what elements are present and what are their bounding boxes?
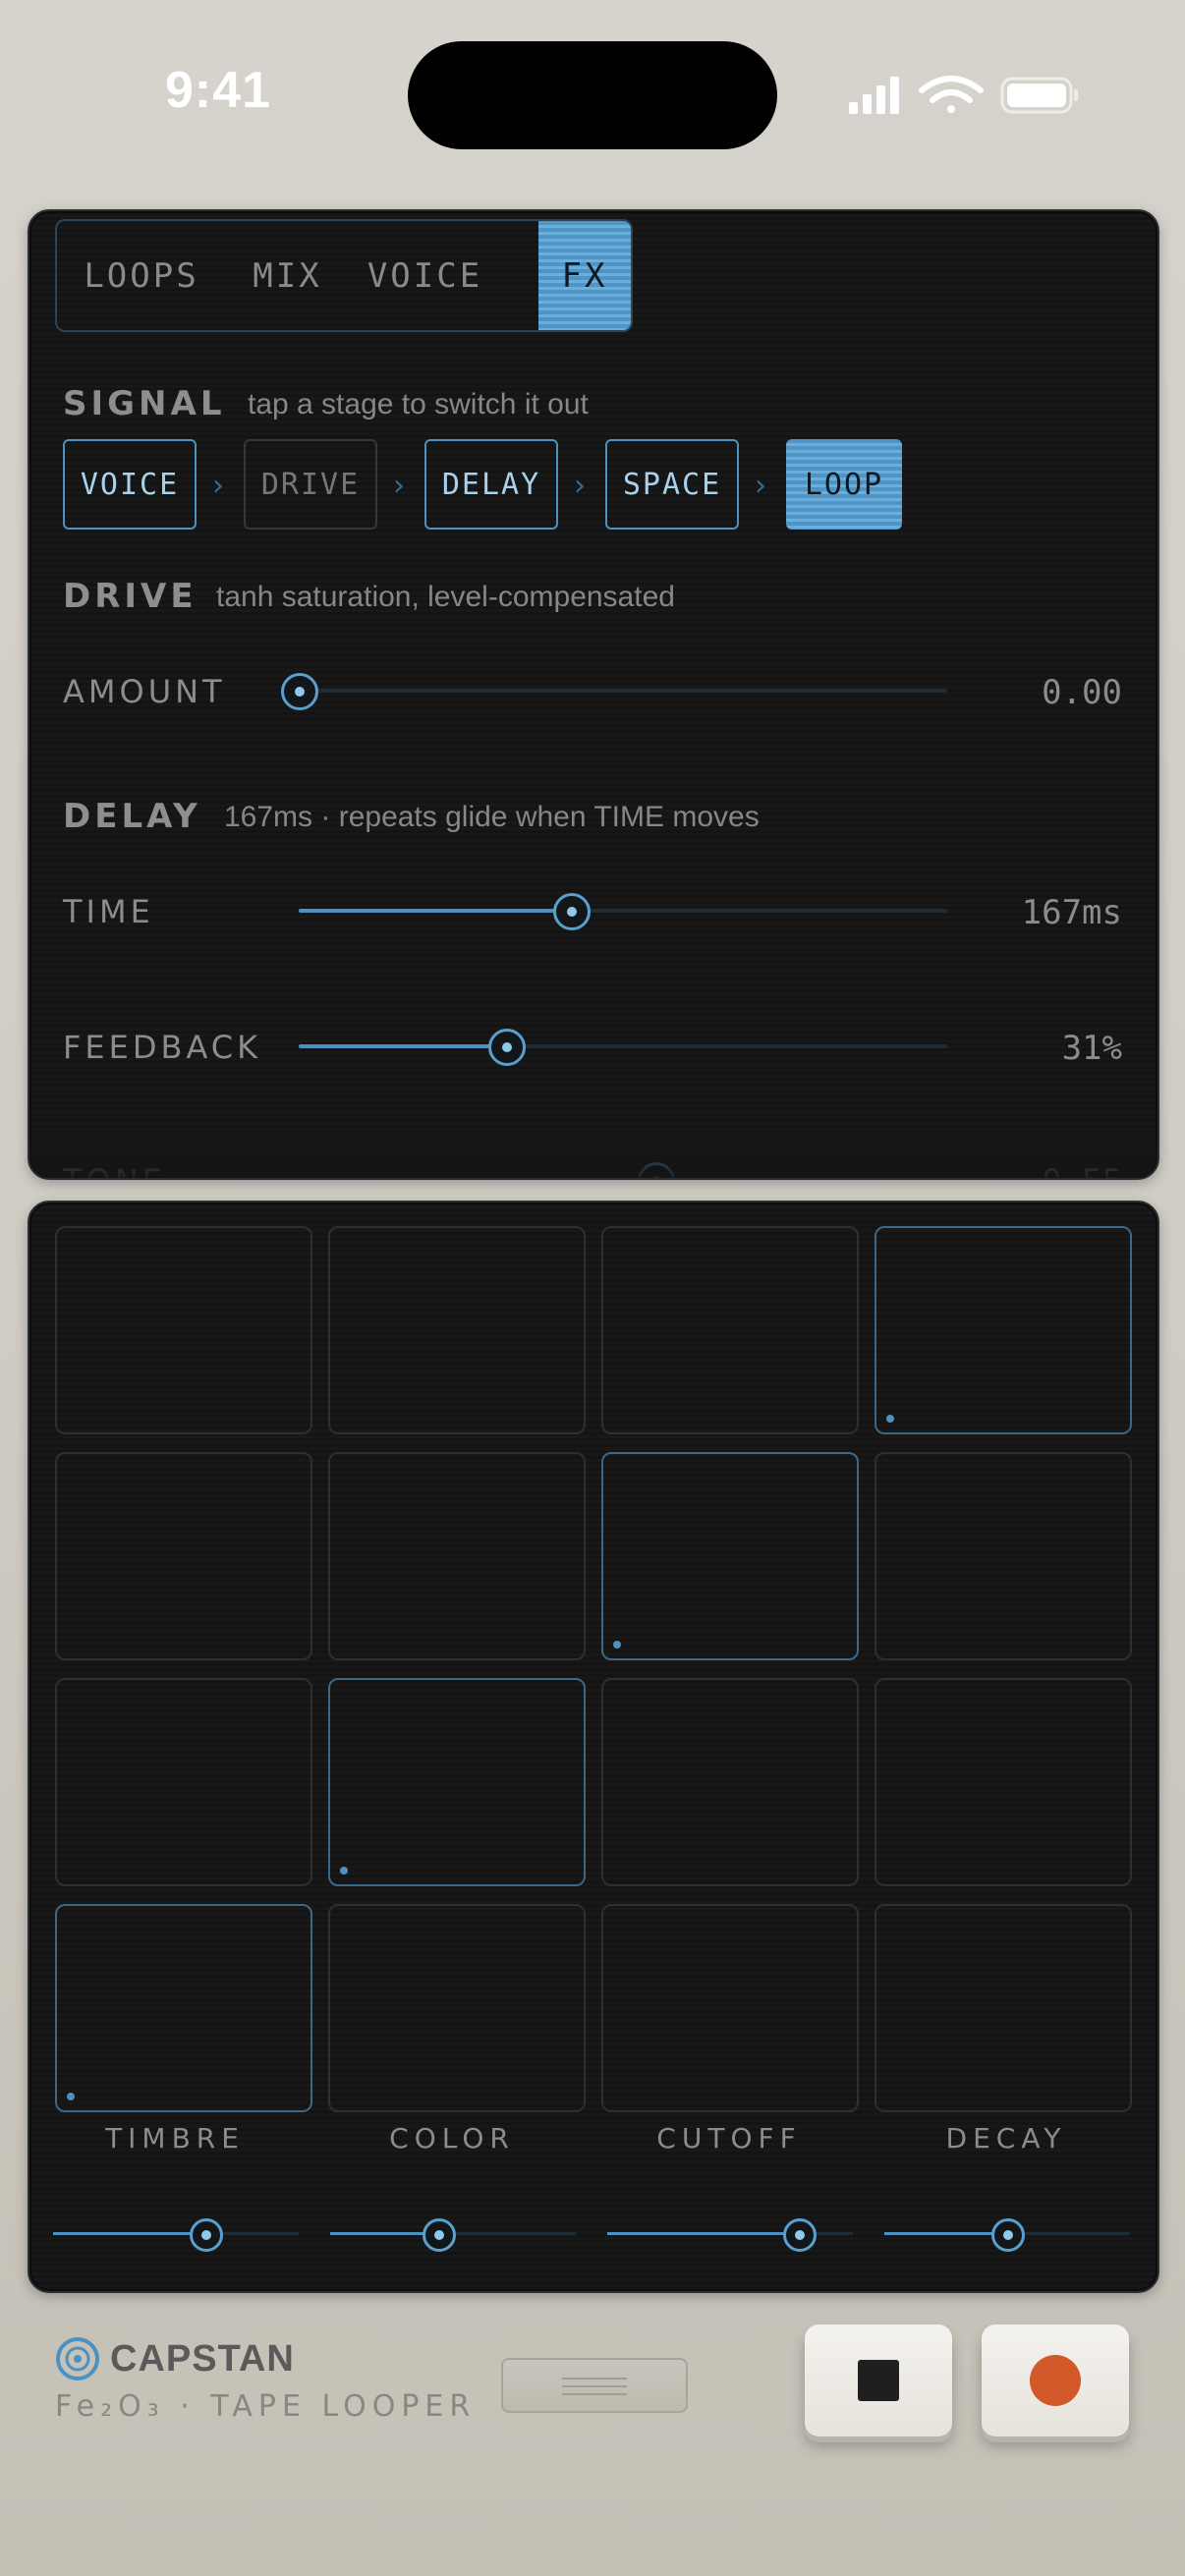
pad-r4-c2[interactable] [328, 1904, 586, 2112]
record-button[interactable] [982, 2324, 1129, 2436]
status-icons [849, 76, 1078, 114]
time-value: 167ms [1021, 893, 1122, 932]
delay-title: DELAY [63, 797, 201, 836]
tab-fx[interactable]: FX [538, 221, 631, 330]
tab-mix[interactable]: MIX [226, 221, 349, 330]
brand-subtitle: Fe₂O₃ · TAPE LOOPER [55, 2389, 477, 2424]
amount-value: 0.00 [1042, 673, 1122, 712]
stage-delay[interactable]: DELAY [424, 439, 558, 530]
macro-label-decay: DECAY [945, 2122, 1067, 2155]
pad-r2-c3[interactable] [601, 1452, 859, 1660]
chevron-right-icon: › [574, 469, 586, 503]
feedback-value: 31% [1061, 1029, 1122, 1068]
chevron-right-icon: › [393, 469, 405, 503]
tab-loops[interactable]: LOOPS [57, 221, 226, 330]
drag-handle[interactable] [501, 2358, 688, 2413]
pad-indicator-dot [340, 1867, 348, 1875]
brand: CAPSTAN [55, 2336, 295, 2381]
delay-hint: 167ms · repeats glide when TIME moves [224, 801, 760, 833]
macro-label-timbre: TIMBRE [105, 2122, 245, 2155]
pad-indicator-dot [886, 1415, 894, 1423]
chevron-right-icon: › [755, 469, 766, 503]
slider-knob[interactable] [423, 2218, 456, 2252]
battery-icon [1000, 77, 1078, 114]
stop-icon [858, 2360, 899, 2401]
amount-label: AMOUNT [63, 673, 226, 710]
pad-r4-c1[interactable] [55, 1904, 312, 2112]
slider-fill [299, 1044, 507, 1048]
feedback-slider[interactable] [299, 1027, 947, 1066]
pad-r4-c3[interactable] [601, 1904, 859, 2112]
grip-line [562, 2378, 627, 2380]
pad-r3-c3[interactable] [601, 1678, 859, 1886]
pad-r1-c1[interactable] [55, 1226, 312, 1434]
pad-indicator-dot [613, 1641, 621, 1649]
pad-r3-c4[interactable] [875, 1678, 1132, 1886]
slider-fill [299, 909, 572, 913]
decay-slider[interactable] [884, 2214, 1130, 2254]
chevron-right-icon: › [212, 469, 224, 503]
pad-r2-c4[interactable] [875, 1452, 1132, 1660]
slider-knob[interactable] [281, 673, 318, 710]
macro-label-color: COLOR [389, 2122, 515, 2155]
stage-voice[interactable]: VOICE [63, 439, 197, 530]
record-icon [1030, 2355, 1081, 2406]
pad-indicator-dot [67, 2093, 75, 2100]
grip-line [562, 2393, 627, 2395]
pad-r2-c1[interactable] [55, 1452, 312, 1660]
wifi-icon [919, 76, 984, 113]
slider-knob[interactable] [190, 2218, 223, 2252]
stage-space[interactable]: SPACE [605, 439, 739, 530]
timbre-slider[interactable] [53, 2214, 299, 2254]
cellular-signal-icon [849, 77, 899, 114]
grip-line [562, 2385, 627, 2387]
slider-knob[interactable] [488, 1029, 527, 1066]
cutoff-slider[interactable] [607, 2214, 853, 2254]
pad-r1-c3[interactable] [601, 1226, 859, 1434]
drive-hint: tanh saturation, level-compensated [216, 581, 675, 613]
pad-r1-c2[interactable] [328, 1226, 586, 1434]
pad-r3-c2[interactable] [328, 1678, 586, 1886]
tab-voice[interactable]: VOICE [349, 221, 501, 330]
slider-knob[interactable] [783, 2218, 817, 2252]
stage-drive[interactable]: DRIVE [244, 439, 377, 530]
fx-panel: LOOPS MIX VOICE FX SIGNAL tap a stage to… [28, 209, 1159, 1180]
pad-r2-c2[interactable] [328, 1452, 586, 1660]
stop-button[interactable] [805, 2324, 952, 2436]
color-slider[interactable] [330, 2214, 576, 2254]
slider-fill [884, 2232, 1007, 2235]
feedback-label: FEEDBACK [63, 1029, 262, 1066]
pad-r1-c4[interactable] [875, 1226, 1132, 1434]
scroll-fade [29, 1099, 1157, 1178]
dynamic-island [408, 41, 777, 149]
slider-fill [607, 2232, 799, 2235]
pad-r4-c4[interactable] [875, 1904, 1132, 2112]
time-slider[interactable] [299, 891, 947, 930]
signal-title: SIGNAL [63, 384, 226, 423]
pad-r3-c1[interactable] [55, 1678, 312, 1886]
drive-title: DRIVE [63, 577, 198, 616]
slider-fill [299, 1178, 655, 1180]
slider-knob[interactable] [991, 2218, 1025, 2252]
signal-hint: tap a stage to switch it out [248, 388, 589, 420]
slider-track [299, 1178, 947, 1180]
brand-name: CAPSTAN [110, 2337, 295, 2380]
tab-bar: LOOPS MIX VOICE FX [55, 219, 633, 332]
macro-label-cutoff: CUTOFF [656, 2122, 802, 2155]
slider-fill [53, 2232, 205, 2235]
stage-loop[interactable]: LOOP [786, 439, 902, 530]
slider-track [299, 689, 947, 693]
slider-knob[interactable] [553, 893, 592, 930]
reel-logo-icon [56, 2337, 99, 2380]
amount-slider[interactable] [281, 671, 947, 710]
time-label: TIME [63, 893, 154, 930]
status-time: 9:41 [165, 62, 272, 119]
